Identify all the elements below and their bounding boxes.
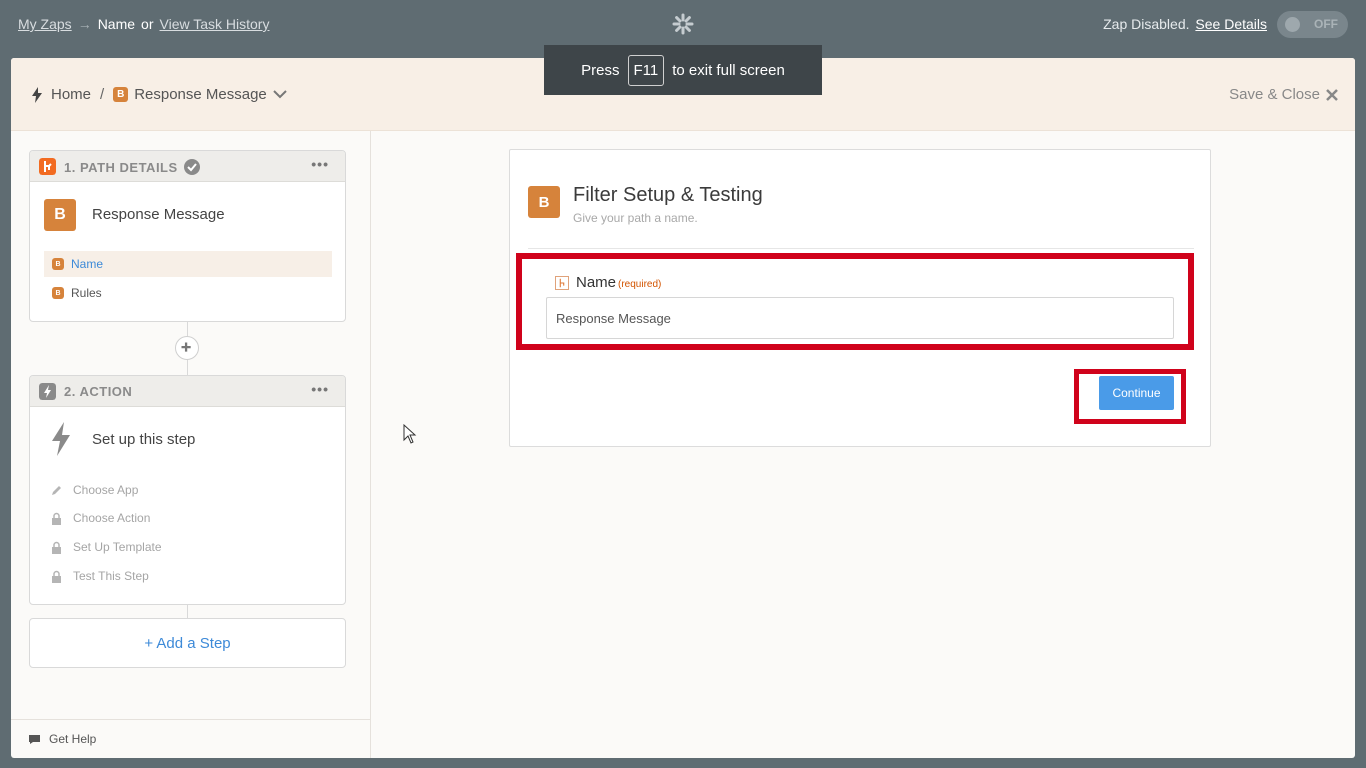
zap-status-text: Zap Disabled.	[1103, 16, 1190, 32]
fullscreen-notice: Press F11 to exit full screen	[544, 45, 822, 95]
toggle-label: OFF	[1314, 17, 1338, 31]
chevron-down-icon[interactable]	[273, 90, 287, 99]
substep-choose-action: Choose Action	[50, 511, 150, 525]
more-options-icon[interactable]: •••	[311, 156, 329, 172]
page-subtitle: Give your path a name.	[573, 211, 698, 225]
substep-label: Name	[71, 257, 104, 271]
top-bar: My Zaps → Name or View Task History Zap Disa…	[0, 0, 1366, 49]
add-step-button[interactable]: + Add a Step	[29, 618, 346, 668]
substep-label: Test This Step	[73, 569, 149, 583]
step-header: 1. PATH DETAILS •••	[30, 151, 345, 182]
get-help-label: Get Help	[49, 732, 97, 746]
toggle-knob	[1285, 17, 1300, 32]
step-title: 1. PATH DETAILS	[64, 159, 200, 175]
loading-spinner-icon	[672, 13, 694, 35]
see-details-link[interactable]: See Details	[1195, 16, 1267, 32]
step-title: 2. ACTION	[64, 384, 133, 399]
plus-icon	[181, 342, 191, 352]
substep-test-this-step: Test This Step	[50, 569, 149, 583]
check-icon	[183, 159, 200, 175]
step-name: Set up this step	[92, 431, 196, 448]
zap-toggle[interactable]: OFF	[1277, 11, 1348, 38]
my-zaps-link[interactable]: My Zaps	[18, 16, 72, 32]
substep-choose-app[interactable]: Choose App	[50, 483, 138, 497]
save-close-button[interactable]: Save & Close	[1229, 86, 1338, 103]
crumb-separator: /	[100, 86, 105, 103]
fullscreen-rest: to exit full screen	[672, 61, 785, 79]
name-field-label: Name (required)	[576, 274, 662, 291]
step-header: 2. ACTION •••	[30, 376, 345, 407]
continue-button[interactable]: Continue	[1099, 376, 1174, 410]
required-tag: (required)	[618, 279, 662, 290]
fullscreen-press: Press	[581, 61, 620, 79]
bolt-icon	[39, 383, 56, 400]
step-card-path-details[interactable]: 1. PATH DETAILS ••• B Response Message B…	[29, 150, 346, 322]
divider	[528, 248, 1194, 249]
add-step-between-button[interactable]	[175, 336, 199, 360]
lock-icon	[52, 541, 61, 554]
top-breadcrumb: My Zaps → Name or View Task History	[18, 16, 269, 32]
substep-rules[interactable]: B Rules	[44, 280, 332, 306]
paths-field-icon	[555, 276, 569, 290]
lock-icon	[52, 570, 61, 583]
substep-label: Choose Action	[73, 511, 151, 525]
f11-key: F11	[627, 54, 665, 86]
substep-label: Choose App	[73, 483, 139, 497]
path-b-badge-large: B	[44, 199, 76, 231]
step-connector	[187, 605, 188, 618]
substep-name[interactable]: B Name	[44, 251, 332, 277]
pencil-icon	[52, 485, 61, 495]
chat-icon	[29, 734, 40, 744]
mouse-cursor-icon	[403, 424, 417, 444]
bolt-icon	[32, 86, 42, 103]
substep-label: Set Up Template	[73, 540, 162, 554]
save-close-label: Save & Close	[1229, 86, 1320, 103]
steps-sidebar: 1. PATH DETAILS ••• B Response Message B…	[11, 131, 371, 758]
substep-set-up-template: Set Up Template	[50, 540, 162, 554]
current-crumb: Name	[97, 16, 136, 32]
filter-setup-card: B Filter Setup & Testing Give your path …	[509, 149, 1211, 447]
editor-panel: Home / B Response Message Save & Close 1…	[11, 58, 1355, 758]
lock-icon	[52, 512, 61, 525]
more-options-icon[interactable]: •••	[311, 381, 329, 397]
step-name: Response Message	[92, 206, 225, 223]
name-input[interactable]	[546, 297, 1174, 339]
page-title: Filter Setup & Testing	[573, 184, 763, 206]
home-crumb[interactable]: Home	[51, 86, 91, 103]
get-help-button[interactable]: Get Help	[11, 719, 370, 758]
paths-icon	[39, 158, 56, 175]
close-icon	[1326, 88, 1338, 101]
editor-breadcrumb: Home / B Response Message	[31, 86, 287, 103]
path-crumb[interactable]: Response Message	[134, 86, 267, 103]
b-badge-small: B	[52, 258, 64, 270]
b-badge-small: B	[52, 287, 64, 299]
path-b-badge-large: B	[528, 186, 560, 218]
step-card-action[interactable]: 2. ACTION ••• Set up this step Choose Ap…	[29, 375, 346, 605]
substep-label: Rules	[71, 286, 102, 300]
or-text: or	[141, 16, 154, 32]
zap-status: Zap Disabled. See Details	[1103, 16, 1267, 32]
task-history-link[interactable]: View Task History	[160, 16, 270, 32]
path-b-badge: B	[113, 87, 129, 102]
breadcrumb-arrow: →	[77, 16, 92, 32]
bolt-icon	[52, 422, 70, 456]
